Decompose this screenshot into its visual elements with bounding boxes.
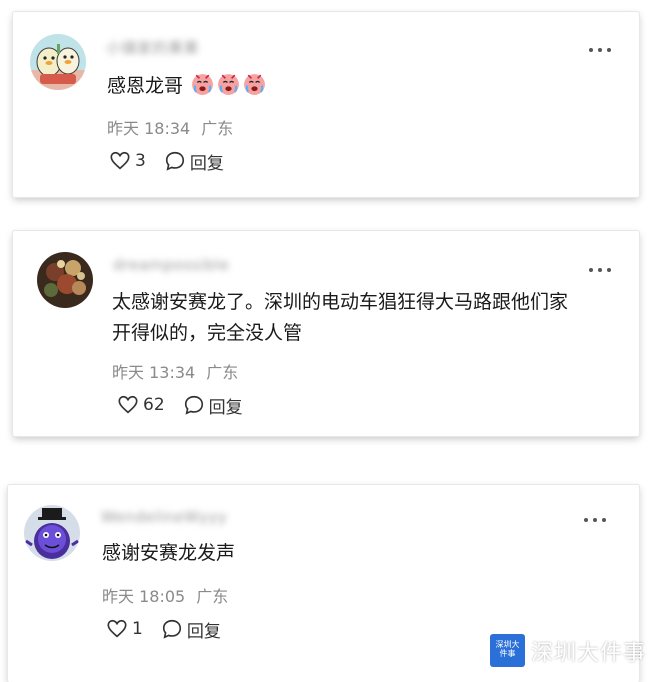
username[interactable]: dreampossible xyxy=(113,256,229,274)
comment-meta: 昨天 13:34 广东 xyxy=(112,359,238,383)
avatar[interactable] xyxy=(30,34,86,90)
comment-actions: 1 回复 xyxy=(106,617,221,642)
reply-bubble-icon[interactable] xyxy=(183,394,205,416)
reply-button[interactable]: 回复 xyxy=(209,393,243,418)
comment-location: 广东 xyxy=(196,587,229,606)
watermark: 深圳大件事 深圳大件事 xyxy=(490,634,646,667)
like-count: 62 xyxy=(143,395,165,415)
comment-time: 昨天 13:34 xyxy=(112,363,196,382)
comment-text: 感谢安赛龙发声 xyxy=(102,538,235,569)
comment-text: 太感谢安赛龙了。深圳的电动车猖狂得大马路跟他们家 开得似的，完全没人管 xyxy=(112,287,568,349)
reply-button[interactable]: 回复 xyxy=(187,617,221,642)
watermark-logo-text: 深圳大件事 xyxy=(495,640,520,658)
heart-icon[interactable] xyxy=(106,618,128,640)
comment-location: 广东 xyxy=(201,119,234,138)
heart-icon[interactable] xyxy=(109,150,131,172)
comment-meta: 昨天 18:34 广东 xyxy=(107,115,233,139)
comment-text-body: 感恩龙哥 xyxy=(107,75,184,97)
comment-text: 感恩龙哥 xyxy=(107,71,267,102)
avatar[interactable] xyxy=(24,505,80,561)
comment-text-body: 感谢安赛龙发声 xyxy=(102,542,236,564)
more-options-icon[interactable] xyxy=(584,516,608,524)
comment-meta: 昨天 18:05 广东 xyxy=(102,583,228,607)
username[interactable]: WendelineWyyy xyxy=(101,508,227,526)
avatar[interactable] xyxy=(37,252,93,308)
comment-actions: 3 回复 xyxy=(109,149,224,174)
flower-painting-avatar-icon xyxy=(37,252,93,308)
reply-button[interactable]: 回复 xyxy=(190,149,224,174)
comment-time: 昨天 18:05 xyxy=(102,587,186,606)
heart-icon[interactable] xyxy=(117,394,139,416)
purple-monster-avatar-icon xyxy=(24,505,80,561)
reply-bubble-icon[interactable] xyxy=(164,150,186,172)
more-options-icon[interactable] xyxy=(589,46,613,54)
comment-text-line: 开得似的，完全没人管 xyxy=(112,322,303,344)
comment-time: 昨天 18:34 xyxy=(107,119,191,138)
comment-actions: 62 回复 xyxy=(117,393,243,418)
like-count: 3 xyxy=(135,151,146,171)
comment-location: 广东 xyxy=(206,363,239,382)
watermark-text: 深圳大件事 xyxy=(531,640,647,666)
more-options-icon[interactable] xyxy=(589,266,613,274)
comment-card: 小镇家的果果 感恩龙哥 昨天 18:34 广东 3 回复 xyxy=(13,12,639,197)
username[interactable]: 小镇家的果果 xyxy=(106,37,199,58)
watermark-logo: 深圳大件事 xyxy=(490,634,525,667)
crying-face-icon xyxy=(218,74,239,95)
cartoon-duck-avatar-icon xyxy=(30,34,86,90)
comment-card: dreampossible 太感谢安赛龙了。深圳的电动车猖狂得大马路跟他们家 开… xyxy=(13,231,639,436)
crying-face-icon xyxy=(192,74,213,95)
like-count: 1 xyxy=(132,619,143,639)
crying-face-icon xyxy=(244,74,265,95)
reply-bubble-icon[interactable] xyxy=(161,618,183,640)
comment-text-line: 太感谢安赛龙了。深圳的电动车猖狂得大马路跟他们家 xyxy=(112,291,569,313)
